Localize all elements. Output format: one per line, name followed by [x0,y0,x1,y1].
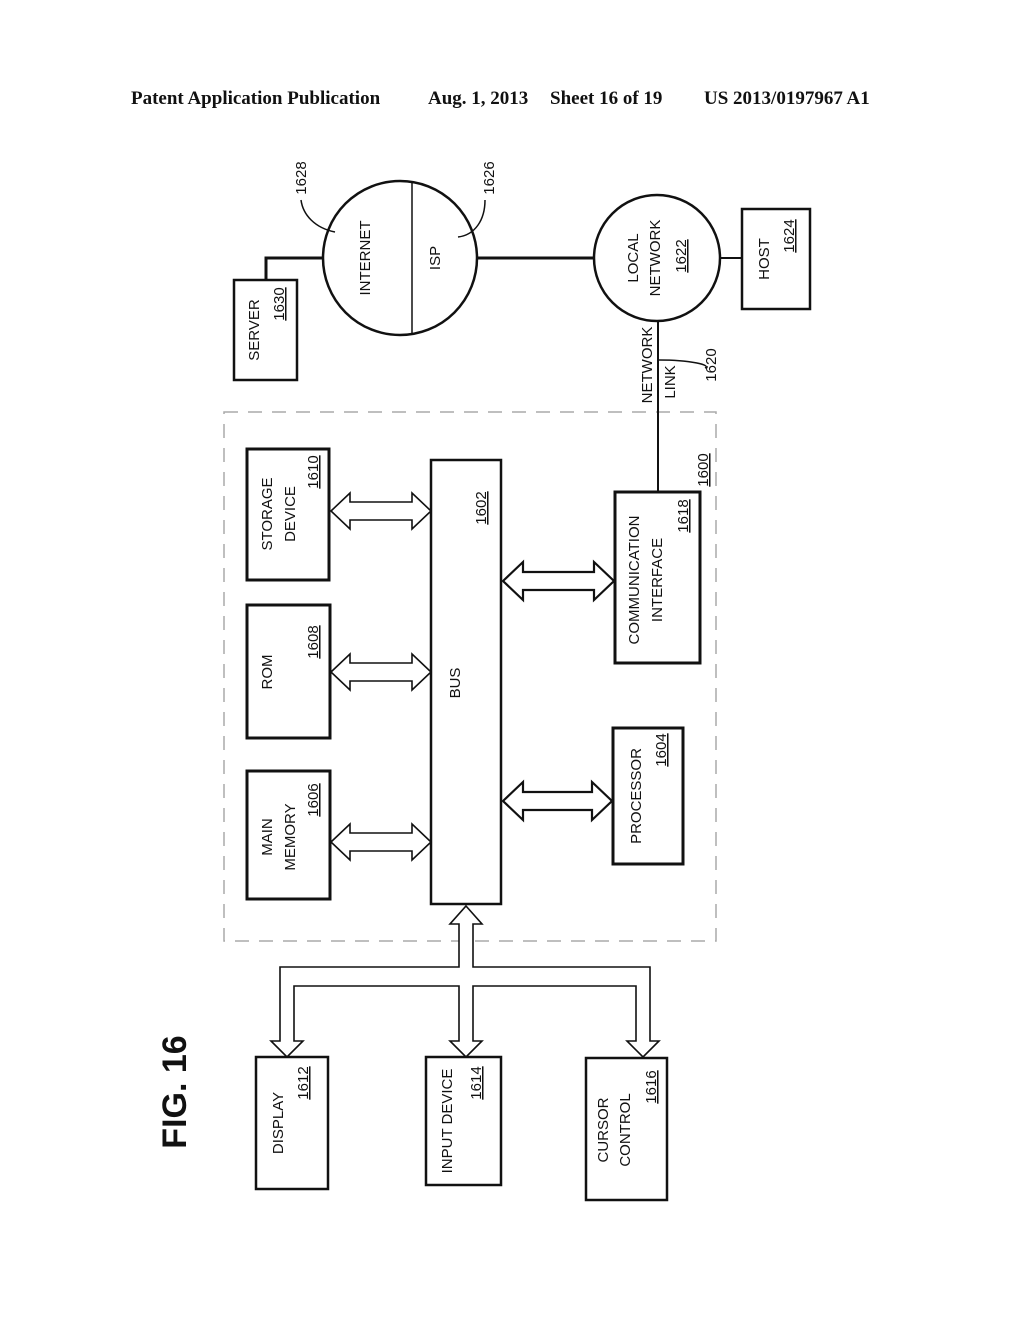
main-memory-label-1: MAIN [259,818,276,856]
server-ref: 1630 [271,287,288,320]
isp-ref: 1626 [481,161,498,194]
cursor-control-label-2: CONTROL [617,1093,634,1166]
network-link-label-1: NETWORK [639,327,656,404]
cursor-control-box: CURSOR CONTROL 1616 [584,1056,669,1202]
server-internet-line [264,256,323,280]
local-network-label-1: LOCAL [625,233,642,282]
comm-interface-label-2: INTERFACE [649,538,666,622]
bus-peripherals-arrow [269,904,661,1059]
cursor-control-ref: 1616 [643,1070,660,1103]
storage-device-label-1: STORAGE [259,477,276,550]
storage-bus-arrow [329,491,433,531]
input-device-box: INPUT DEVICE 1614 [424,1055,503,1187]
display-box: DISPLAY 1612 [254,1055,330,1191]
bus-label: BUS [447,668,464,699]
storage-device-label-2: DEVICE [282,486,299,542]
cursor-control-label-1: CURSOR [595,1097,612,1162]
bus-box: BUS 1602 [429,458,503,906]
server-box: SERVER 1630 [232,278,299,382]
rom-ref: 1608 [305,625,322,658]
display-label: DISPLAY [270,1092,287,1154]
internet-isp-node: INTERNET ISP [321,179,479,337]
main-memory-box: MAIN MEMORY 1606 [245,769,332,901]
local-network-node: LOCAL NETWORK 1622 [592,193,722,323]
internet-label: INTERNET [357,221,374,296]
figure-title: FIG. 16 [156,1035,194,1148]
host-ref: 1624 [781,219,798,252]
memory-bus-arrow [329,822,433,862]
storage-device-ref: 1610 [305,455,322,488]
comm-interface-label-1: COMMUNICATION [626,516,643,645]
local-network-ref: 1622 [673,239,690,272]
main-memory-label-2: MEMORY [282,803,299,870]
server-label: SERVER [246,299,263,361]
storage-device-box: STORAGE DEVICE 1610 [245,447,331,582]
block-diagram: 1600 FIG. 16 STORAGE DEVICE 1610 ROM 160… [156,161,812,1202]
processor-box: PROCESSOR 1604 [611,726,685,866]
internet-ref: 1628 [293,161,310,194]
rom-bus-arrow [329,652,433,692]
isp-label: ISP [427,246,444,270]
bus-comm-arrow [501,559,616,603]
bus-processor-arrow [501,779,614,823]
rom-label: ROM [259,655,276,690]
input-device-ref: 1614 [468,1066,485,1099]
network-link-label-2: LINK [662,365,679,398]
processor-ref: 1604 [653,733,670,766]
bus-ref: 1602 [473,491,490,524]
host-label: HOST [756,238,773,280]
main-memory-ref: 1606 [305,783,322,816]
display-ref: 1612 [295,1066,312,1099]
comm-interface-ref: 1618 [675,499,692,532]
processor-label: PROCESSOR [628,748,645,844]
input-device-label: INPUT DEVICE [439,1069,456,1174]
host-box: HOST 1624 [740,207,812,311]
network-link-ref: 1620 [703,348,720,381]
local-network-label-2: NETWORK [647,220,664,297]
communication-interface-box: COMMUNICATION INTERFACE 1618 [613,490,702,665]
rom-box: ROM 1608 [245,603,332,740]
system-ref-label: 1600 [695,453,712,486]
